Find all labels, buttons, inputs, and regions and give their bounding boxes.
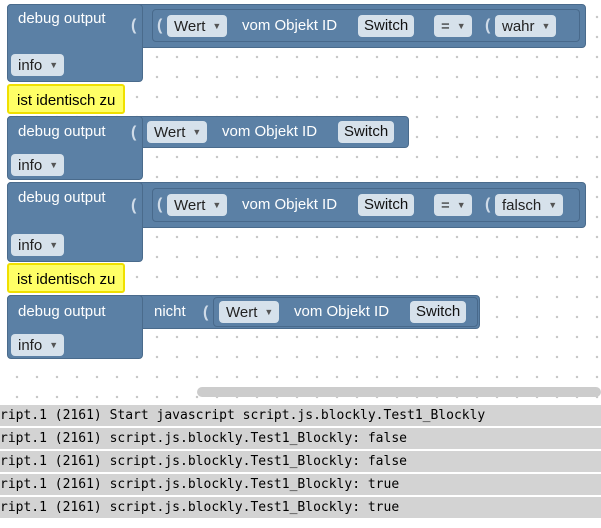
paren-icon: ( [131,17,137,34]
chevron-down-icon: ▼ [456,200,466,210]
debug-output-label: debug output [18,10,106,27]
blockly-workspace[interactable]: debug output ( ( Wert ▼ vom Objekt ID Swi… [0,0,601,400]
chevron-down-icon: ▼ [192,127,202,137]
paren-icon: ( [203,304,209,321]
chevron-down-icon: ▼ [49,340,59,350]
log-row: ript.1 (2161) script.js.blockly.Test1_Bl… [0,474,601,497]
debug-output-label: debug output [18,303,106,320]
boolean-dropdown[interactable]: falsch ▼ [495,194,564,216]
object-id-field[interactable]: Switch [358,194,415,216]
log-console: ript.1 (2161) Start javascript script.js… [0,405,601,528]
property-dropdown[interactable]: Wert ▼ [219,301,280,323]
chevron-down-icon: ▼ [49,240,59,250]
paren-icon: ( [157,196,163,213]
operator-dropdown[interactable]: = ▼ [434,194,472,216]
paren-icon: ( [131,197,137,214]
operator-dropdown[interactable]: = ▼ [434,15,472,37]
paren-icon: ( [157,17,163,34]
comment-highlight-2: ist identisch zu [7,263,126,293]
property-dropdown[interactable]: Wert ▼ [167,15,228,37]
chevron-down-icon: ▼ [49,60,59,70]
object-id-label: vom Objekt ID [242,196,338,213]
chevron-down-icon: ▼ [456,21,466,31]
object-id-field[interactable]: Switch [358,15,415,37]
debug-output-label: debug output [18,123,106,140]
paren-icon: ( [485,196,491,213]
log-level-dropdown[interactable]: info ▼ [11,334,65,356]
log-row: ript.1 (2161) script.js.blockly.Test1_Bl… [0,428,601,451]
chevron-down-icon: ▼ [212,200,222,210]
comment-highlight-1: ist identisch zu [7,84,126,114]
log-row: ript.1 (2161) Start javascript script.js… [0,405,601,428]
log-level-dropdown[interactable]: info ▼ [11,154,65,176]
object-id-label: vom Objekt ID [242,17,338,34]
property-dropdown[interactable]: Wert ▼ [167,194,228,216]
paren-icon: ( [485,17,491,34]
chevron-down-icon: ▼ [548,200,558,210]
debug-output-label: debug output [18,189,106,206]
paren-icon: ( [131,124,137,141]
log-level-dropdown[interactable]: info ▼ [11,234,65,256]
boolean-dropdown[interactable]: wahr ▼ [495,15,557,37]
chevron-down-icon: ▼ [541,21,551,31]
log-row: ript.1 (2161) script.js.blockly.Test1_Bl… [0,451,601,474]
chevron-down-icon: ▼ [49,160,59,170]
chevron-down-icon: ▼ [212,21,222,31]
not-label: nicht [154,303,186,320]
object-id-label: vom Objekt ID [222,123,318,140]
object-id-field[interactable]: Switch [338,121,395,143]
horizontal-scrollbar[interactable] [197,387,601,397]
property-dropdown[interactable]: Wert ▼ [147,121,208,143]
chevron-down-icon: ▼ [264,307,274,317]
log-level-dropdown[interactable]: info ▼ [11,54,65,76]
object-id-label: vom Objekt ID [294,303,390,320]
object-id-field[interactable]: Switch [410,301,467,323]
log-row: ript.1 (2161) script.js.blockly.Test1_Bl… [0,497,601,520]
